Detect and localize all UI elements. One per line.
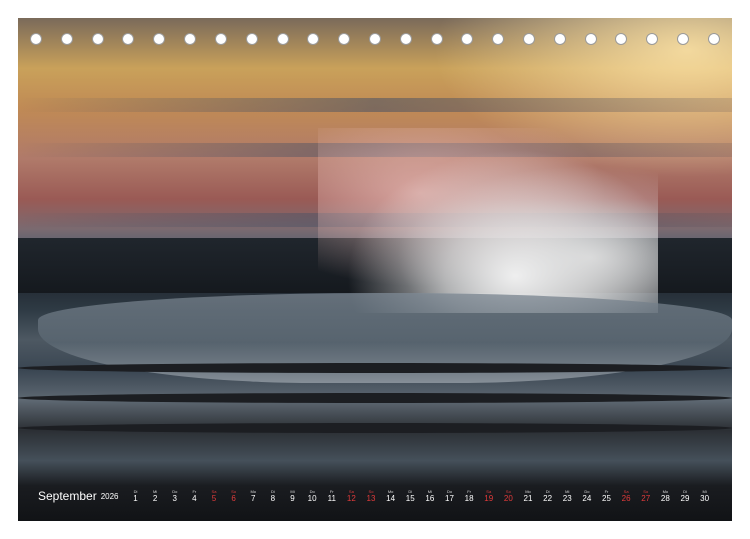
binding-hole <box>492 33 505 45</box>
binding-hole <box>245 33 258 45</box>
binding-hole <box>553 33 566 45</box>
day-number: 5 <box>211 493 217 503</box>
calendar-day: Do 3 <box>166 489 184 504</box>
calendar-day: Fr 18 <box>460 489 478 504</box>
sinter-terrace <box>18 423 732 433</box>
binding-hole <box>214 33 227 45</box>
calendar-day: Mi 30 <box>696 489 714 504</box>
calendar-day: Do 24 <box>578 489 596 504</box>
binding-hole <box>338 33 351 45</box>
calendar-day: Di 29 <box>676 489 694 504</box>
binding-hole <box>276 33 289 45</box>
day-number: 25 <box>602 493 611 503</box>
calendar-day: Sa 19 <box>480 489 498 504</box>
binding-hole <box>122 33 135 45</box>
calendar-day: Sa 26 <box>617 489 635 504</box>
calendar-photo <box>18 18 732 521</box>
calendar-day: Fr 4 <box>185 489 203 504</box>
calendar-day: Do 10 <box>303 489 321 504</box>
binding-hole <box>307 33 320 45</box>
binding-hole <box>60 33 73 45</box>
calendar-day: Mo 7 <box>244 489 262 504</box>
day-number: 1 <box>133 493 138 503</box>
binding-hole <box>677 33 690 45</box>
day-number: 18 <box>464 493 474 503</box>
binding-hole <box>523 33 535 45</box>
year-label: 2026 <box>100 491 119 501</box>
binding-hole <box>91 33 104 45</box>
calendar-day: Di 15 <box>401 489 419 504</box>
day-number: 20 <box>503 493 513 503</box>
day-number: 26 <box>621 493 631 503</box>
day-number: 23 <box>562 493 572 503</box>
binding-hole <box>646 33 659 45</box>
day-number: 12 <box>346 493 356 503</box>
calendar-day: Sa 5 <box>205 489 223 504</box>
day-row: Di 1 Mi 2 Do 3 Fr 4 Sa 5 So 6 Mo 7 Di 8 Mi 9 Do 10 Fr 11 Sa 12 S… <box>127 489 715 504</box>
day-number: 9 <box>290 493 295 503</box>
sinter-terrace <box>18 393 732 403</box>
calendar-day: Fr 25 <box>598 489 616 504</box>
spiral-binding-holes <box>30 33 720 47</box>
calendar-day: Do 17 <box>441 489 459 504</box>
day-number: 21 <box>523 493 533 503</box>
day-number: 28 <box>660 493 670 503</box>
calendar-day: Mi 9 <box>284 489 302 504</box>
binding-hole <box>368 33 381 45</box>
day-number: 27 <box>641 493 651 503</box>
day-number: 10 <box>307 493 317 503</box>
calendar-day: Mo 28 <box>656 489 674 504</box>
day-number: 11 <box>327 493 336 503</box>
calendar-day: Mi 23 <box>558 489 576 504</box>
day-number: 4 <box>192 493 197 503</box>
geyser-plume <box>318 128 658 313</box>
day-number: 22 <box>543 493 553 503</box>
calendar-day: So 27 <box>637 489 655 504</box>
calendar-day: Di 22 <box>539 489 557 504</box>
calendar-strip: September 2026 Di 1 Mi 2 Do 3 Fr 4 Sa 5 So 6 Mo 7 Di 8 M… <box>18 484 732 508</box>
calendar-day: Mo 14 <box>382 489 400 504</box>
day-number: 8 <box>270 493 276 503</box>
sinter-terrace <box>18 363 732 373</box>
day-number: 15 <box>405 493 415 503</box>
day-number: 13 <box>366 493 376 503</box>
calendar-day: So 6 <box>225 489 243 504</box>
day-number: 14 <box>386 493 396 503</box>
calendar-day: Di 1 <box>127 489 145 504</box>
binding-hole <box>615 33 628 45</box>
binding-hole <box>707 33 720 45</box>
binding-hole <box>430 33 443 45</box>
day-number: 3 <box>172 493 177 503</box>
binding-hole <box>30 33 42 45</box>
binding-hole <box>399 33 412 45</box>
day-number: 19 <box>484 493 494 503</box>
calendar-day: Mo 21 <box>519 489 537 504</box>
day-number: 16 <box>425 493 435 503</box>
calendar-day: Mi 2 <box>146 489 164 504</box>
calendar-day: Fr 11 <box>323 489 341 504</box>
day-number: 6 <box>231 493 236 503</box>
day-number: 2 <box>152 493 158 503</box>
calendar-day: Mi 16 <box>421 489 439 504</box>
month-label: September <box>38 489 97 503</box>
day-number: 29 <box>680 493 690 503</box>
cloud-band <box>18 98 732 112</box>
calendar-day: Di 8 <box>264 489 282 504</box>
day-number: 7 <box>251 493 256 503</box>
binding-hole <box>584 33 597 45</box>
calendar-day: Sa 12 <box>342 489 360 504</box>
binding-hole <box>153 33 166 45</box>
day-number: 17 <box>445 493 454 503</box>
day-number: 30 <box>700 493 710 503</box>
calendar-day: So 20 <box>499 489 517 504</box>
day-number: 24 <box>582 493 592 503</box>
binding-hole <box>184 33 197 45</box>
calendar-day: So 13 <box>362 489 380 504</box>
binding-hole <box>461 33 474 45</box>
